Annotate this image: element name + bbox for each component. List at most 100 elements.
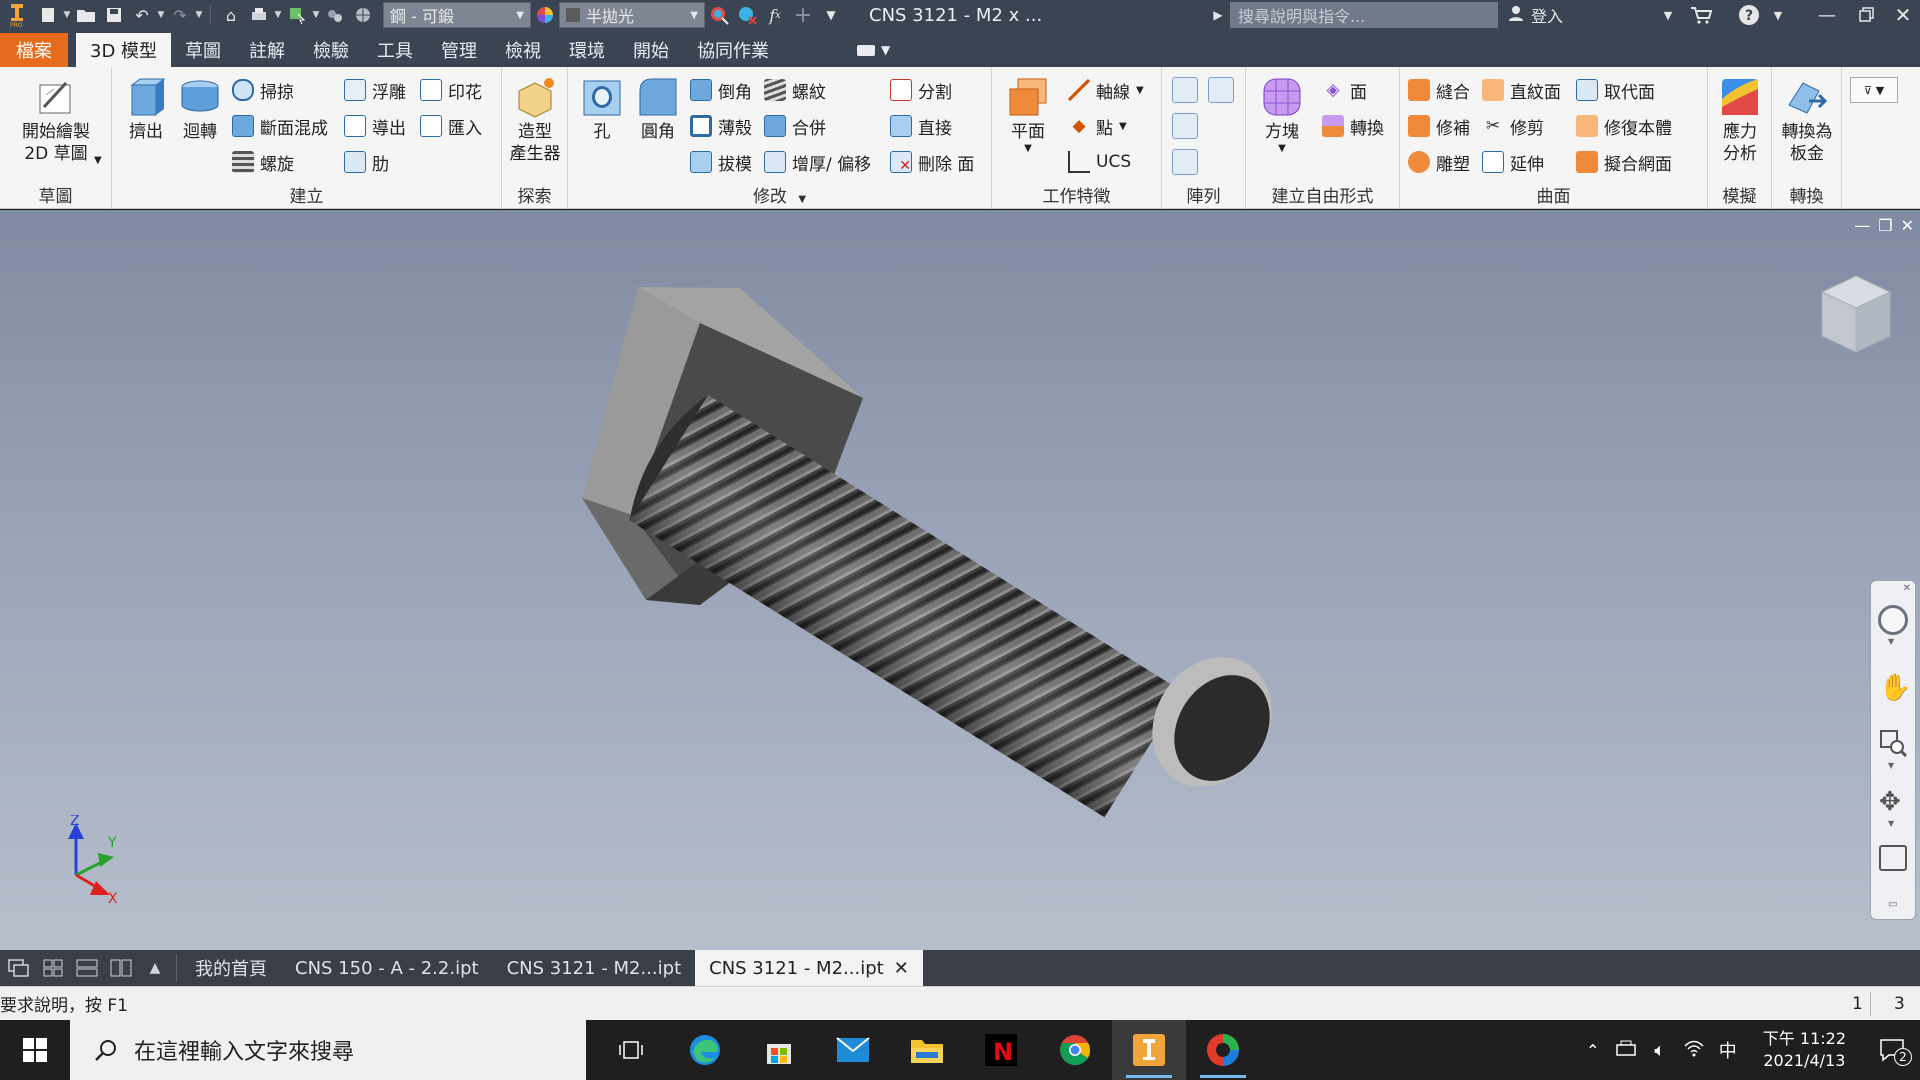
revolve-button[interactable]: 迴轉: [170, 75, 230, 143]
task-view-icon[interactable]: [594, 1020, 668, 1080]
rectangular-pattern-icon[interactable]: [1172, 77, 1198, 103]
color-wheel-icon[interactable]: [531, 2, 559, 28]
extend-button[interactable]: 延伸: [1482, 149, 1544, 175]
object-visibility-icon[interactable]: [321, 2, 349, 28]
circular-pattern-icon[interactable]: [1172, 113, 1198, 139]
tab-environments[interactable]: 環境: [555, 33, 619, 67]
select-filter-dropdown-icon[interactable]: ▼: [311, 10, 321, 20]
fit-mesh-face-button[interactable]: 擬合網面: [1576, 149, 1672, 175]
doc-tab-home[interactable]: 我的首頁: [181, 950, 281, 986]
plane-dropdown-icon[interactable]: ▼: [1024, 143, 1032, 154]
panel-label-modify[interactable]: 修改 ▼: [568, 182, 991, 207]
sculpt-button[interactable]: 雕塑: [1408, 149, 1470, 175]
cart-icon[interactable]: [1686, 0, 1716, 30]
shell-button[interactable]: 薄殼: [690, 113, 752, 139]
stitch-button[interactable]: 縫合: [1408, 77, 1470, 103]
ime-indicator[interactable]: 中: [1711, 1037, 1745, 1063]
tab-sketch[interactable]: 草圖: [171, 33, 235, 67]
help-search-input[interactable]: 搜尋說明與指令...: [1230, 2, 1498, 28]
point-dropdown-icon[interactable]: ▼: [1119, 121, 1127, 132]
shape-generator-button[interactable]: 造型 產生器: [505, 75, 565, 165]
undo-dropdown-icon[interactable]: ▼: [156, 10, 166, 20]
function-fx-icon[interactable]: fx: [761, 2, 789, 28]
hex-bolt-model[interactable]: [0, 210, 1920, 950]
delete-face-button[interactable]: ✕ 刪除 面: [890, 149, 974, 175]
signin-button[interactable]: 登入: [1507, 0, 1563, 30]
steering-wheel-dropdown-icon[interactable]: ▼: [1888, 637, 1894, 646]
orbit-icon[interactable]: ✥: [1879, 787, 1901, 817]
replace-face-button[interactable]: 取代面: [1576, 77, 1655, 103]
ruled-surface-button[interactable]: 直紋面: [1482, 77, 1561, 103]
axis-dropdown-icon[interactable]: ▼: [1136, 85, 1144, 96]
clear-appearance-icon[interactable]: [733, 2, 761, 28]
coil-button[interactable]: 螺旋: [232, 149, 294, 175]
navbar-customize-icon[interactable]: ▭: [1888, 899, 1897, 910]
microsoft-store-icon[interactable]: [742, 1020, 816, 1080]
tab-inspect[interactable]: 檢驗: [299, 33, 363, 67]
zoom-dropdown-icon[interactable]: ▼: [1888, 761, 1894, 770]
help-icon[interactable]: ?: [1734, 0, 1764, 30]
thread-button[interactable]: 螺紋: [764, 77, 826, 103]
plane-button[interactable]: 平面 ▼: [998, 75, 1058, 154]
box-freeform-button[interactable]: 方塊 ▼: [1252, 75, 1312, 154]
plus-icon[interactable]: +: [789, 2, 817, 28]
save-icon[interactable]: [100, 2, 128, 28]
new-file-icon[interactable]: [34, 2, 62, 28]
convert-button[interactable]: 轉換: [1322, 113, 1384, 139]
tab-get-started[interactable]: 開始: [619, 33, 683, 67]
tab-collaborate[interactable]: 協同作業: [683, 33, 783, 67]
volume-icon[interactable]: 🔈︎: [1643, 1040, 1677, 1061]
look-at-icon[interactable]: [1879, 845, 1907, 871]
wifi-icon[interactable]: [1677, 1039, 1711, 1061]
notification-center-button[interactable]: 2: [1864, 1020, 1920, 1080]
print-icon[interactable]: [245, 2, 273, 28]
netflix-icon[interactable]: N: [964, 1020, 1038, 1080]
tray-expand-icon[interactable]: ⌃: [1577, 1041, 1609, 1060]
mirror-icon[interactable]: [1208, 77, 1234, 103]
network-device-icon[interactable]: [1609, 1039, 1643, 1061]
navbar-close-icon[interactable]: ✕: [1903, 583, 1911, 594]
material-dropdown[interactable]: 鋼 - 可鍛 ▼: [383, 2, 531, 28]
tab-view[interactable]: 檢視: [491, 33, 555, 67]
draft-button[interactable]: 拔模: [690, 149, 752, 175]
ribbon-options-button[interactable]: ⊽ ▼: [1850, 77, 1898, 103]
mail-icon[interactable]: [816, 1020, 890, 1080]
direct-edit-button[interactable]: 直接: [890, 113, 952, 139]
trim-button[interactable]: ✂ 修剪: [1482, 113, 1544, 139]
ucs-button[interactable]: UCS: [1068, 149, 1131, 175]
appearance-dropdown[interactable]: 半拋光 ▼: [559, 2, 705, 28]
edge-browser-icon[interactable]: [668, 1020, 742, 1080]
restore-icon[interactable]: [1852, 0, 1882, 30]
split-button[interactable]: 分割: [890, 77, 952, 103]
chamfer-button[interactable]: 倒角: [690, 77, 752, 103]
doc-tab-cns3121-b[interactable]: CNS 3121 - M2...ipt ✕: [695, 950, 923, 986]
zoom-icon[interactable]: [1879, 729, 1908, 758]
undo-icon[interactable]: ↶: [128, 2, 156, 28]
pan-hand-icon[interactable]: ✋: [1879, 673, 1911, 703]
tile-horizontal-icon[interactable]: [70, 950, 104, 986]
print-dropdown-icon[interactable]: ▼: [273, 10, 283, 20]
import-button[interactable]: 匯入: [420, 113, 482, 139]
close-icon[interactable]: ✕: [1888, 0, 1918, 30]
sweep-button[interactable]: 掃掠: [232, 77, 294, 103]
viewcube[interactable]: [1816, 270, 1896, 360]
decal-button[interactable]: 印花: [420, 77, 482, 103]
customize-toolbar-icon[interactable]: ▼: [817, 2, 845, 28]
open-folder-icon[interactable]: [72, 2, 100, 28]
point-button[interactable]: ◆ 點 ▼: [1068, 113, 1127, 139]
rib-button[interactable]: 肋: [344, 149, 389, 175]
stress-analysis-button[interactable]: 應力 分析: [1710, 75, 1770, 165]
home-icon[interactable]: ⌂: [217, 2, 245, 28]
document-list-icon[interactable]: ▲: [138, 950, 172, 986]
globe-icon[interactable]: [349, 2, 377, 28]
extrude-button[interactable]: 擠出: [116, 75, 176, 143]
tab-annotate[interactable]: 註解: [235, 33, 299, 67]
tab-manage[interactable]: 管理: [427, 33, 491, 67]
axis-button[interactable]: 軸線 ▼: [1068, 77, 1144, 103]
doc-tab-cns3121-a[interactable]: CNS 3121 - M2...ipt: [493, 950, 696, 986]
fillet-button[interactable]: 圓角: [628, 75, 688, 143]
start-2d-sketch-button[interactable]: 開始繪製 2D 草圖: [16, 75, 96, 165]
loft-button[interactable]: 斷面混成: [232, 113, 328, 139]
derive-button[interactable]: 導出: [344, 113, 406, 139]
tile-vertical-icon[interactable]: [104, 950, 138, 986]
